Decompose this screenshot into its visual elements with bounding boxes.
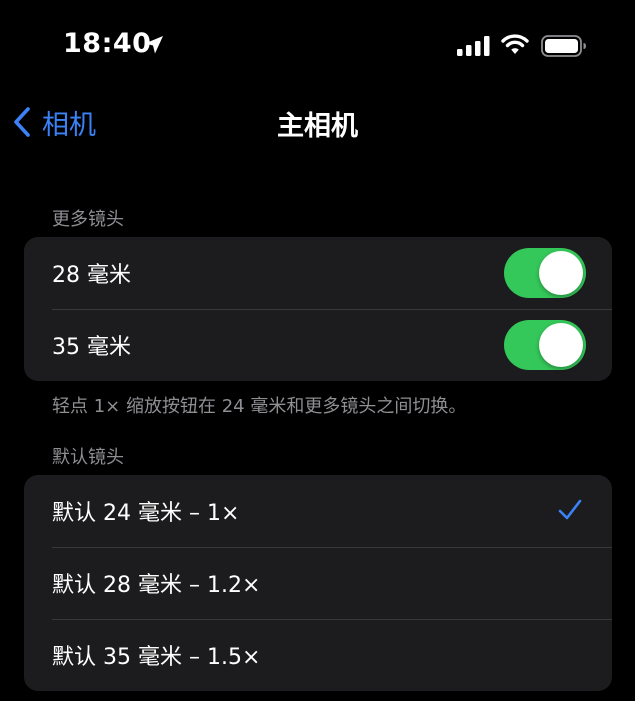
more-lenses-group: 28 毫米 35 毫米 bbox=[24, 237, 612, 381]
option-default-24mm[interactable]: 默认 24 毫米 – 1× bbox=[24, 475, 612, 547]
status-time: 18:40 bbox=[63, 28, 152, 59]
toggle-35mm[interactable] bbox=[504, 320, 586, 370]
section-footer-more-lenses: 轻点 1× 缩放按钮在 24 毫米和更多镜头之间切换。 bbox=[52, 396, 467, 417]
toggle-knob bbox=[539, 323, 583, 367]
settings-screen: 18:40 相机 主相机 更多镜头 28 毫米 35 毫米 轻点 1× 缩放按钮… bbox=[0, 0, 635, 701]
toggle-28mm[interactable] bbox=[504, 248, 586, 298]
option-default-35mm[interactable]: 默认 35 毫米 – 1.5× bbox=[24, 619, 612, 691]
option-label: 默认 24 毫米 – 1× bbox=[52, 501, 240, 526]
battery-icon bbox=[541, 35, 586, 57]
checkmark-icon bbox=[558, 499, 582, 520]
option-label: 默认 28 毫米 – 1.2× bbox=[52, 573, 261, 598]
default-lens-group: 默认 24 毫米 – 1× 默认 28 毫米 – 1.2× 默认 35 毫米 –… bbox=[24, 475, 612, 691]
row-label: 35 毫米 bbox=[52, 335, 131, 360]
status-bar: 18:40 bbox=[0, 0, 635, 90]
cellular-signal-icon bbox=[457, 36, 490, 56]
wifi-icon bbox=[501, 34, 529, 54]
location-arrow-icon bbox=[145, 36, 163, 54]
page-title: 主相机 bbox=[277, 111, 358, 142]
section-header-default-lens: 默认镜头 bbox=[52, 447, 124, 468]
section-header-more-lenses: 更多镜头 bbox=[52, 209, 124, 230]
list-item-35mm: 35 毫米 bbox=[24, 309, 612, 381]
option-default-28mm[interactable]: 默认 28 毫米 – 1.2× bbox=[24, 547, 612, 619]
toggle-knob bbox=[539, 251, 583, 295]
list-item-28mm: 28 毫米 bbox=[24, 237, 612, 309]
row-label: 28 毫米 bbox=[52, 263, 131, 288]
option-label: 默认 35 毫米 – 1.5× bbox=[52, 645, 261, 670]
